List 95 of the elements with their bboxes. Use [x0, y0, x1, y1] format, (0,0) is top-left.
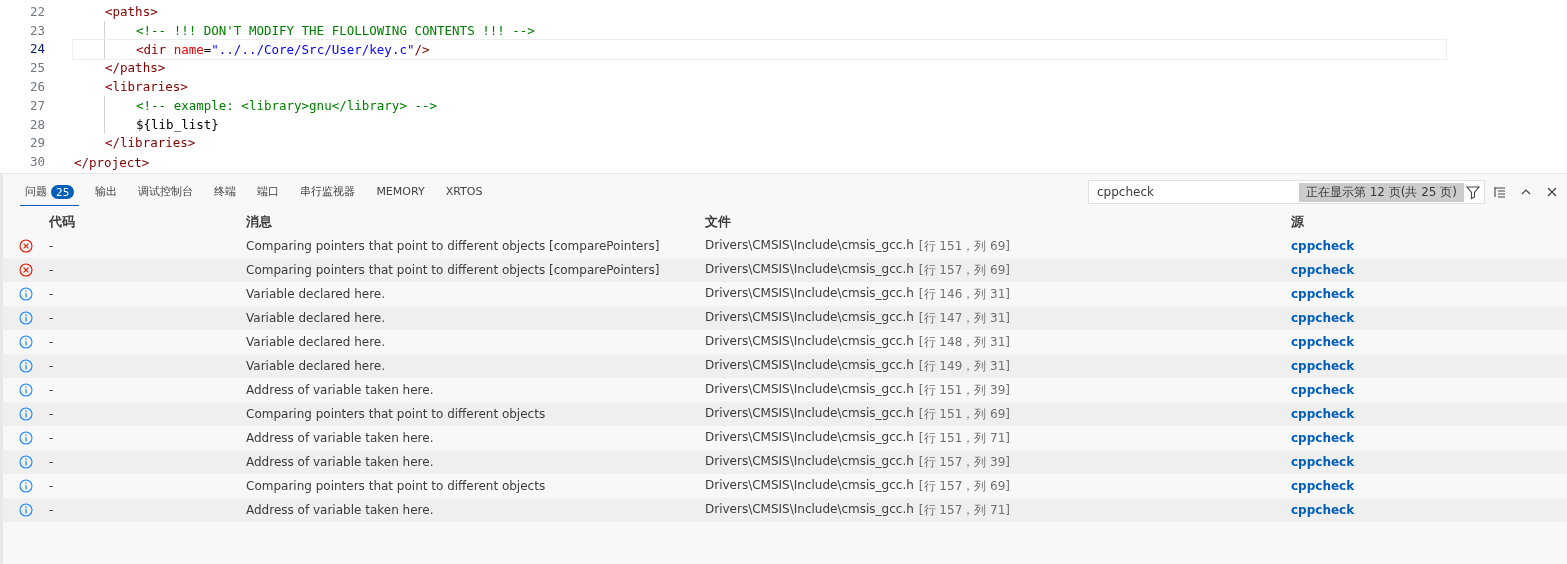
column-header: 消息: [246, 213, 273, 231]
count-badge: 25: [51, 184, 75, 199]
file-path: Drivers\CMSIS\Include\cmsis_gcc.h: [705, 453, 914, 470]
file-path: Drivers\CMSIS\Include\cmsis_gcc.h: [705, 429, 914, 446]
table-cell-text: -: [49, 335, 55, 349]
table-cell-text: -: [49, 359, 55, 373]
location-text: [行 146，列 31]: [918, 285, 1011, 303]
filter-icon[interactable]: [1464, 183, 1482, 201]
location-text: [行 151，列 71]: [918, 429, 1011, 447]
table-cell-text: -: [49, 263, 55, 277]
location-text: [行 157，列 69]: [918, 261, 1011, 279]
location-text: [行 151，列 69]: [918, 405, 1011, 423]
table-cell-text: Address of variable taken here.: [246, 431, 435, 445]
table-cell-text: -: [49, 407, 55, 421]
source-link[interactable]: cppcheck: [1291, 287, 1355, 301]
table-cell-text: -: [49, 383, 55, 397]
line-number: 28: [28, 116, 46, 132]
source-link[interactable]: cppcheck: [1291, 455, 1355, 469]
table-cell-text: Comparing pointers that point to different objects [comparePointers]: [246, 263, 661, 277]
source-link[interactable]: cppcheck: [1291, 503, 1355, 517]
source-link[interactable]: cppcheck: [1291, 407, 1355, 421]
table-cell-text: Variable declared here.: [246, 311, 387, 325]
table-cell-text: -: [49, 287, 55, 301]
source-link[interactable]: cppcheck: [1291, 383, 1355, 397]
file-path: Drivers\CMSIS\Include\cmsis_gcc.h: [705, 237, 914, 254]
table-cell-text: Address of variable taken here.: [246, 383, 435, 397]
line-number: 24: [28, 41, 46, 57]
panel-tab[interactable]: 问题 25: [20, 178, 80, 206]
code-line: <!-- !!! DON'T MODIFY THE FLOLLOWING CONTENTS !!! -->: [135, 21, 536, 38]
panel-tab[interactable]: 调试控制台: [133, 178, 199, 206]
line-number: 26: [28, 79, 46, 95]
code-line: </paths>: [104, 59, 167, 76]
file-path: Drivers\CMSIS\Include\cmsis_gcc.h: [705, 261, 914, 278]
location-text: [行 147，列 31]: [918, 309, 1011, 327]
file-path: Drivers\CMSIS\Include\cmsis_gcc.h: [705, 381, 914, 398]
column-header: 源: [1291, 213, 1305, 231]
table-cell-text: Address of variable taken here.: [246, 503, 435, 517]
table-cell-text: -: [49, 311, 55, 325]
location-text: [行 149，列 31]: [918, 357, 1011, 375]
file-path: Drivers\CMSIS\Include\cmsis_gcc.h: [705, 333, 914, 350]
table-cell-text: Comparing pointers that point to different objects: [246, 479, 547, 493]
line-number: 25: [28, 60, 46, 76]
source-link[interactable]: cppcheck: [1291, 263, 1355, 277]
panel-tab[interactable]: 串行监视器: [295, 178, 361, 206]
source-link[interactable]: cppcheck: [1291, 335, 1355, 349]
file-path: Drivers\CMSIS\Include\cmsis_gcc.h: [705, 477, 914, 494]
line-number: 29: [28, 135, 46, 151]
source-link[interactable]: cppcheck: [1291, 239, 1355, 253]
table-cell-text: Comparing pointers that point to different objects: [246, 407, 547, 421]
table-cell-text: -: [49, 503, 55, 517]
location-text: [行 157，列 71]: [918, 501, 1011, 519]
table-cell-text: -: [49, 431, 55, 445]
file-path: Drivers\CMSIS\Include\cmsis_gcc.h: [705, 285, 914, 302]
table-cell-text: Address of variable taken here.: [246, 455, 435, 469]
file-path: Drivers\CMSIS\Include\cmsis_gcc.h: [705, 501, 914, 518]
table-cell-text: -: [49, 455, 55, 469]
location-text: [行 151，列 39]: [918, 381, 1011, 399]
location-text: [行 148，列 31]: [918, 333, 1011, 351]
line-number: 22: [28, 3, 46, 19]
table-cell-text: Variable declared here.: [246, 335, 387, 349]
code-line: <libraries>: [104, 78, 189, 95]
panel-tab[interactable]: 端口: [252, 178, 285, 206]
code-line: <!-- example: <library>gnu</library> -->: [135, 96, 439, 113]
file-path: Drivers\CMSIS\Include\cmsis_gcc.h: [705, 405, 914, 422]
location-text: [行 151，列 69]: [918, 237, 1011, 255]
panel-tab[interactable]: MEMORY: [371, 178, 430, 206]
table-cell-text: -: [49, 479, 55, 493]
source-link[interactable]: cppcheck: [1291, 431, 1355, 445]
line-number: 27: [28, 97, 46, 113]
page-info: 正在显示第 12 页(共 25 页): [1298, 182, 1464, 202]
code-line: <paths>: [104, 2, 159, 19]
code-line: ${lib_list}: [135, 115, 220, 132]
column-header: 文件: [705, 213, 732, 231]
code-line: </project>: [73, 154, 151, 171]
source-link[interactable]: cppcheck: [1291, 359, 1355, 373]
table-cell-text: Comparing pointers that point to different objects [comparePointers]: [246, 239, 661, 253]
file-path: Drivers\CMSIS\Include\cmsis_gcc.h: [705, 309, 914, 326]
filter-input[interactable]: cppcheck: [1095, 184, 1299, 200]
table-cell-text: -: [49, 239, 55, 253]
table-cell-text: Variable declared here.: [246, 287, 387, 301]
file-path: Drivers\CMSIS\Include\cmsis_gcc.h: [705, 357, 914, 374]
source-link[interactable]: cppcheck: [1291, 311, 1355, 325]
location-text: [行 157，列 39]: [918, 453, 1011, 471]
panel-tab[interactable]: 终端: [209, 178, 242, 206]
panel-tab[interactable]: 输出: [90, 178, 123, 206]
table-cell-text: Variable declared here.: [246, 359, 387, 373]
column-header: 代码: [49, 213, 76, 231]
line-number: 30: [28, 154, 46, 170]
code-line: </libraries>: [104, 134, 197, 151]
filter-field[interactable]: cppcheck 正在显示第 12 页(共 25 页): [1088, 180, 1485, 204]
line-number: 23: [28, 22, 46, 38]
source-link[interactable]: cppcheck: [1291, 479, 1355, 493]
panel-tab[interactable]: XRTOS: [440, 178, 488, 206]
code-line: <dir name="../../Core/Src/User/key.c"/>: [135, 40, 431, 57]
location-text: [行 157，列 69]: [918, 477, 1011, 495]
